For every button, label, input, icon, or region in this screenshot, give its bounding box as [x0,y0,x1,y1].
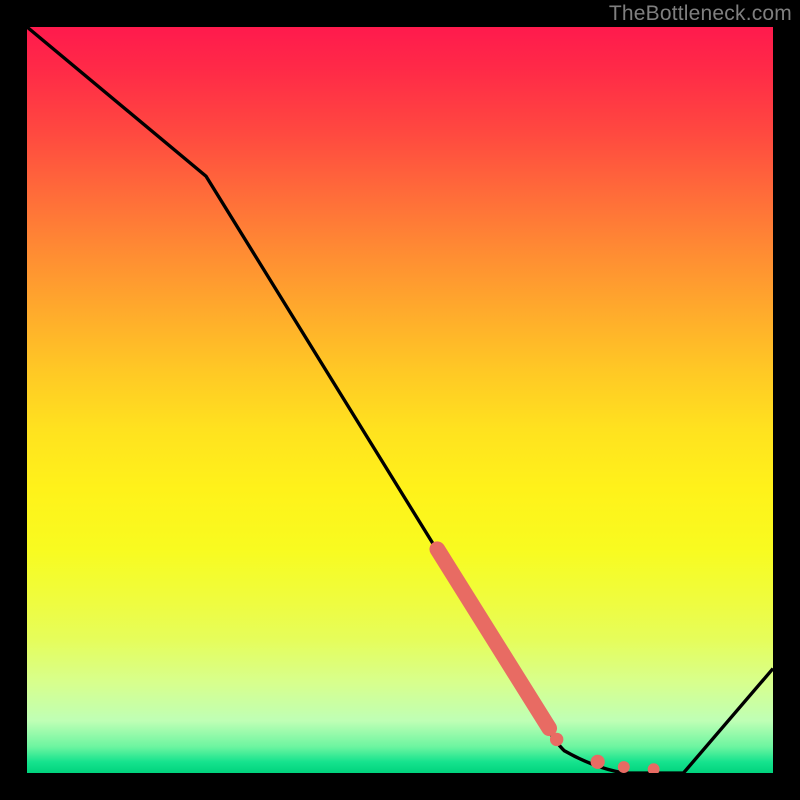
highlight-dot [648,763,660,773]
curve-layer [27,27,773,773]
highlight-segment [437,549,549,728]
plot-area [27,27,773,773]
highlight-dot [591,755,605,769]
highlight-dot [618,761,630,773]
attribution-label: TheBottleneck.com [609,2,792,26]
highlight-dot [550,733,563,746]
chart-frame: TheBottleneck.com [0,0,800,800]
bottleneck-curve [27,27,773,773]
